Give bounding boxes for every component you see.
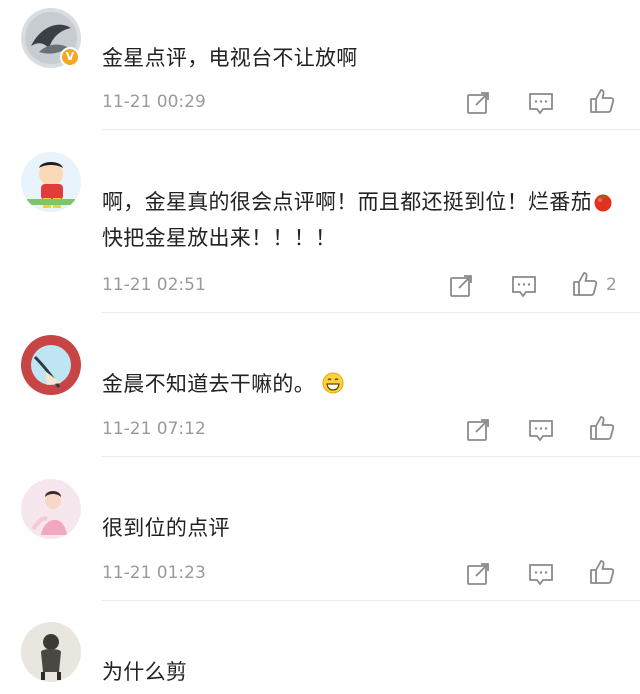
comment-text-part: 金晨不知道去干嘛的。 [102,372,315,396]
divider [102,600,640,601]
like-icon[interactable] [588,414,616,442]
comment-text: 很到位的点评 [102,516,230,540]
comment-text-part: 快把金星放出来！！！！ [102,226,337,250]
comment-text: 啊，金星真的很会点评啊！而且都还挺到位！烂番茄快把金星放出来！！！！ [102,184,622,256]
comment-icon[interactable] [527,416,555,444]
like-count: 2 [606,275,617,295]
verified-badge: V [60,47,80,67]
comment-icon[interactable] [527,560,555,588]
comment-text: 为什么剪 [102,660,188,684]
divider [102,129,640,130]
like-icon[interactable] [571,270,599,298]
share-icon[interactable] [464,416,492,444]
comment-timestamp: 11-21 07:12 [102,419,206,439]
comment-timestamp: 11-21 02:51 [102,275,206,295]
like-icon[interactable] [588,558,616,586]
share-icon[interactable] [464,560,492,588]
avatar[interactable] [21,335,81,395]
avatar[interactable] [21,479,81,539]
comment-timestamp: 11-21 01:23 [102,563,206,583]
comment-text: 金星点评，电视台不让放啊 [102,46,358,70]
comment-icon[interactable] [527,89,555,117]
tomato-emoji [592,187,614,212]
comment-icon[interactable] [510,272,538,300]
grin-emoji [322,369,344,394]
divider [102,456,640,457]
avatar[interactable] [21,152,81,212]
comment-timestamp: 11-21 00:29 [102,92,206,112]
like-icon[interactable] [588,87,616,115]
avatar[interactable] [21,622,81,682]
share-icon[interactable] [447,272,475,300]
share-icon[interactable] [464,89,492,117]
divider [102,312,640,313]
comment-text-part: 啊，金星真的很会点评啊！而且都还挺到位！烂番茄 [102,190,592,214]
comment-text: 金晨不知道去干嘛的。 [102,366,622,402]
